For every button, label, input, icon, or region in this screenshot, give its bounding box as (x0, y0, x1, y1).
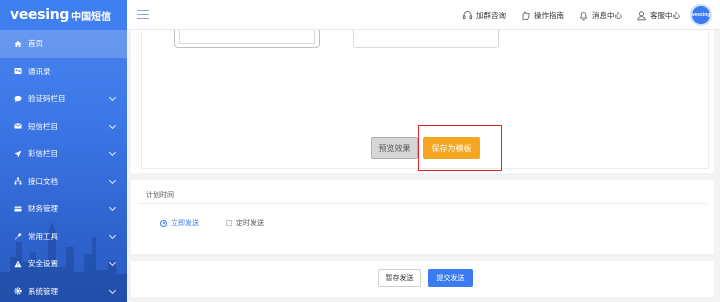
mail-icon (14, 122, 22, 130)
chat-icon (14, 95, 22, 103)
sidebar-menu: 首页 通讯录 验证码栏目 短信栏目 彩信栏目 接口文档 财务管理 常用工具 安全… (0, 30, 127, 302)
headset-icon (462, 10, 473, 19)
wrench-icon (14, 232, 22, 240)
brand-subtitle: 中国短信 (71, 11, 112, 23)
sidebar-item-label: 接口文档 (28, 176, 58, 186)
chevron-down-icon (108, 176, 117, 184)
sidebar-item-security[interactable]: 安全设置 (0, 250, 127, 278)
header-link-join-group[interactable]: 加群咨询 (462, 10, 506, 21)
sidebar-item-system[interactable]: 系统管理 (0, 278, 127, 302)
content-preview-frame (353, 30, 499, 48)
checkbox-icon (226, 220, 232, 226)
sidebar-item-label: 短信栏目 (28, 121, 58, 131)
sidebar-item-sms[interactable]: 短信栏目 (0, 113, 127, 141)
action-bar (131, 261, 714, 297)
chevron-down-icon (108, 93, 117, 102)
sidebar-item-mms[interactable]: 彩信栏目 (0, 140, 127, 168)
submit-send-button[interactable]: 提交发送 (428, 269, 473, 287)
chevron-down-icon (108, 203, 117, 212)
header-link-service[interactable]: 客服中心 (636, 10, 680, 21)
sidebar-item-label: 常用工具 (28, 231, 58, 241)
chevron-down-icon (108, 148, 117, 157)
sidebar-item-label: 财务管理 (28, 204, 58, 214)
header-link-guide[interactable]: 操作指南 (520, 10, 564, 21)
bell-icon (579, 11, 588, 20)
gear-icon (14, 287, 22, 295)
top-header: 加群咨询 操作指南 消息中心 客服中心 veesing (127, 0, 720, 30)
preview-button[interactable]: 预览效果 (371, 137, 418, 159)
card-icon (14, 205, 22, 213)
guide-icon (522, 10, 530, 20)
radio-label: 定时发送 (236, 220, 264, 227)
header-link-label: 加群咨询 (476, 10, 506, 20)
sidebar-item-label: 彩信栏目 (28, 149, 58, 159)
logo[interactable]: veesing 中国短信 (0, 0, 127, 30)
phone-preview-frame (174, 30, 320, 48)
contacts-icon (14, 67, 22, 75)
header-link-label: 消息中心 (592, 10, 622, 20)
schedule-divider (139, 203, 707, 204)
header-link-messages[interactable]: 消息中心 (578, 10, 622, 21)
sidebar-item-api-docs[interactable]: 接口文档 (0, 168, 127, 196)
sidebar-item-home[interactable]: 首页 (0, 30, 127, 58)
menu-toggle-icon[interactable] (137, 10, 149, 20)
radio-selected-icon (160, 219, 167, 227)
sidebar-item-label: 安全设置 (28, 259, 58, 269)
send-icon (14, 150, 22, 158)
warning-icon (14, 260, 22, 268)
user-icon (637, 10, 646, 20)
sitemap-icon (14, 177, 22, 185)
schedule-card (131, 180, 714, 254)
header-links: 加群咨询 操作指南 消息中心 客服中心 veesing (448, 0, 712, 30)
sidebar-item-verification[interactable]: 验证码栏目 (0, 85, 127, 113)
sidebar-item-finance[interactable]: 财务管理 (0, 195, 127, 223)
sidebar: veesing 中国短信 首页 通讯录 验证码栏目 短信栏目 彩信栏目 接口文档… (0, 0, 127, 302)
header-link-label: 客服中心 (650, 10, 680, 20)
save-draft-button[interactable]: 暂存发送 (378, 269, 421, 287)
chevron-down-icon (108, 121, 117, 129)
brand-name: veesing (10, 7, 70, 23)
chevron-down-icon (108, 231, 117, 239)
header-link-label: 操作指南 (534, 10, 564, 20)
home-icon (14, 40, 22, 48)
avatar-text: veesing (691, 12, 711, 18)
chevron-down-icon (108, 286, 117, 294)
send-now-radio[interactable]: 立即发送 (160, 218, 199, 228)
sidebar-item-tools[interactable]: 常用工具 (0, 223, 127, 251)
sidebar-item-label: 验证码栏目 (28, 94, 66, 104)
schedule-title: 计划时间 (146, 192, 174, 199)
chevron-down-icon (108, 258, 117, 267)
avatar[interactable]: veesing (690, 4, 712, 26)
scheduled-send-radio[interactable]: 定时发送 (226, 218, 264, 228)
sidebar-item-contacts[interactable]: 通讯录 (0, 58, 127, 86)
sidebar-item-label: 通讯录 (28, 66, 51, 76)
radio-label: 立即发送 (171, 220, 199, 227)
sidebar-item-label: 系统管理 (28, 286, 58, 296)
sidebar-item-label: 首页 (28, 39, 43, 49)
highlight-box (418, 125, 502, 171)
